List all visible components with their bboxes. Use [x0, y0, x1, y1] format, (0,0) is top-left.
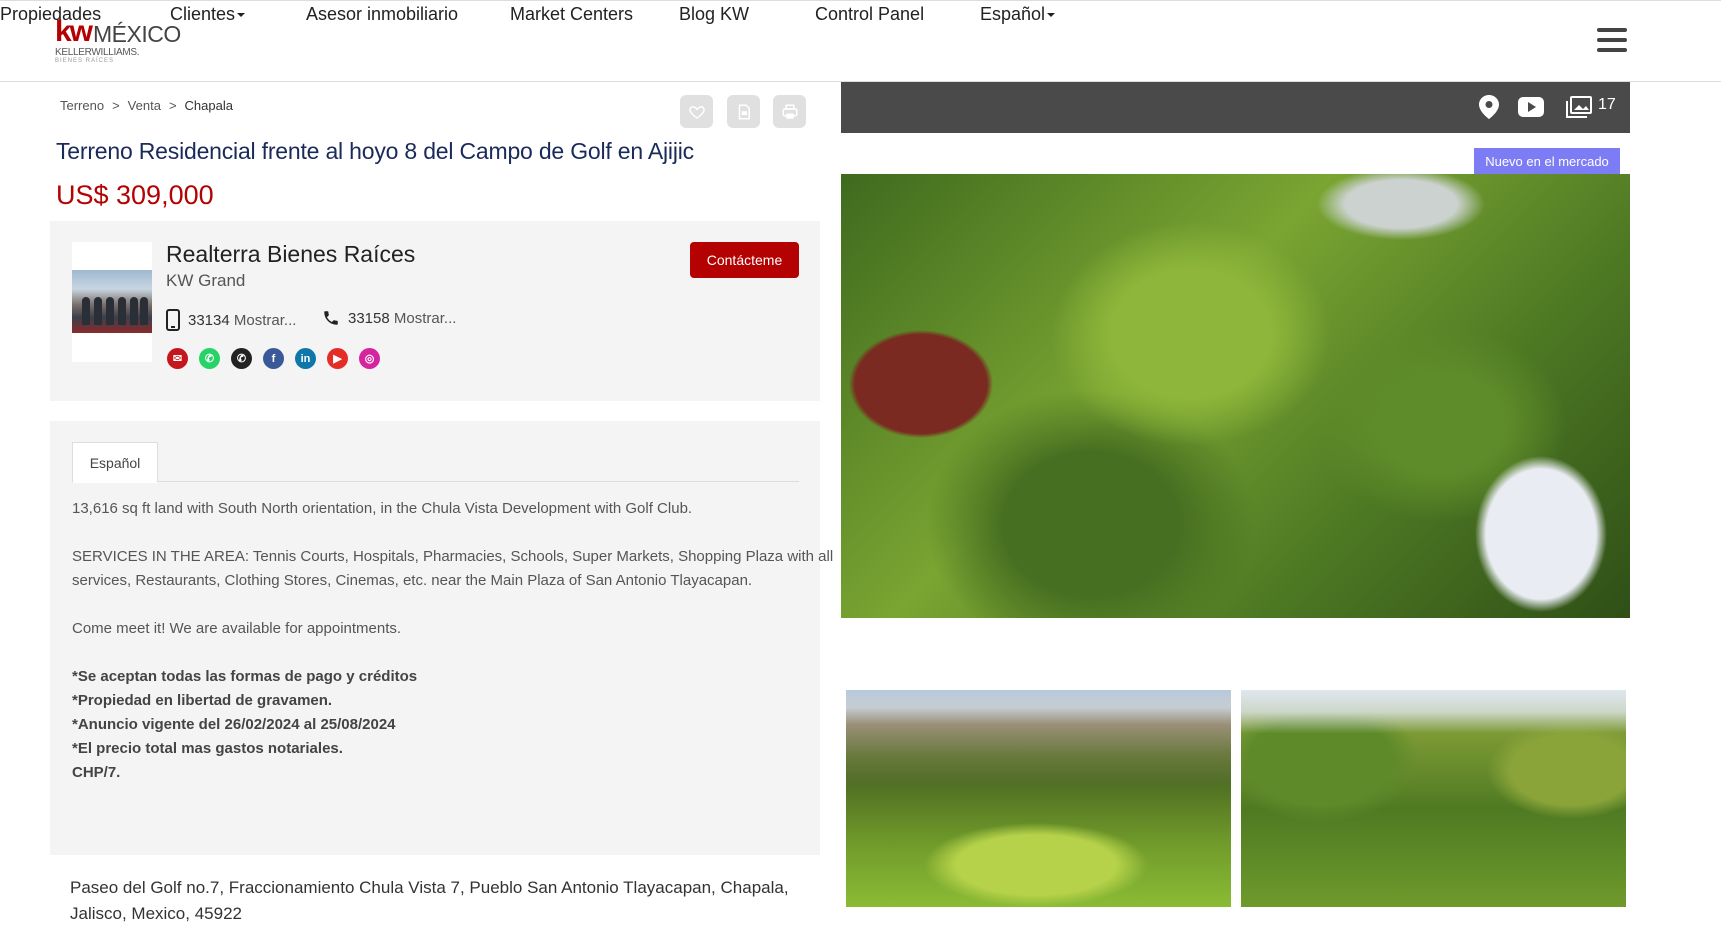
- description-text: 13,616 sq ft land with South North orien…: [72, 497, 834, 785]
- description-line: *Se aceptan todas las formas de pago y c…: [72, 668, 418, 685]
- phone-show-more[interactable]: Mostrar...: [394, 310, 457, 327]
- nav-item-propiedades[interactable]: Propiedades: [0, 1, 101, 27]
- tab-espanol[interactable]: Español: [72, 442, 158, 483]
- mobile-prefix: 33134: [188, 311, 230, 329]
- nav-item-market-centers[interactable]: Market Centers: [510, 1, 633, 27]
- new-listing-badge: Nuevo en el mercado: [1474, 148, 1620, 174]
- linkedin-icon[interactable]: in: [295, 348, 316, 369]
- listing-address: Paseo del Golf no.7, Fraccionamiento Chu…: [70, 878, 789, 923]
- agent-name[interactable]: Realterra Bienes Raíces: [166, 241, 415, 268]
- description-line: *Anuncio vigente del 26/02/2024 al 25/08…: [72, 716, 396, 733]
- nav-item-blog-kw[interactable]: Blog KW: [679, 1, 749, 27]
- phone-icon[interactable]: ✆: [231, 348, 252, 369]
- logo-sub: KELLERWILLIAMS.: [55, 47, 140, 58]
- chevron-down-icon: [1047, 13, 1056, 18]
- agent-photo[interactable]: [72, 242, 152, 362]
- youtube-play-icon[interactable]: [1518, 97, 1544, 117]
- email-icon[interactable]: ✉: [167, 348, 188, 369]
- instagram-icon[interactable]: ◎: [359, 348, 380, 369]
- description-line: CHP/7.: [72, 764, 121, 781]
- description-line: *Propiedad en libertad de gravamen.: [72, 692, 333, 709]
- contact-me-button[interactable]: Contácteme: [690, 242, 799, 278]
- chevron-down-icon: [237, 13, 246, 18]
- language-tabs: Español: [72, 442, 799, 483]
- description-line: SERVICES IN THE AREA: Tennis Courts, Hos…: [72, 548, 834, 565]
- mobile-show-more[interactable]: Mostrar...: [234, 312, 297, 329]
- phone-prefix: 33158: [348, 309, 390, 327]
- description-line: 13,616 sq ft land with South North orien…: [72, 500, 693, 517]
- youtube-icon[interactable]: ▶: [327, 348, 348, 369]
- photos-icon[interactable]: [1566, 96, 1592, 118]
- listing-title: Terreno Residencial frente al hoyo 8 del…: [56, 138, 694, 164]
- agent-group-photo: [72, 270, 152, 333]
- whatsapp-icon[interactable]: ✆: [199, 348, 220, 369]
- description-line: services, Restaurants, Clothing Stores, …: [72, 572, 753, 589]
- facebook-icon[interactable]: f: [263, 348, 284, 369]
- hamburger-icon[interactable]: [1597, 28, 1627, 56]
- print-button[interactable]: [773, 95, 806, 128]
- printer-icon: [782, 104, 797, 119]
- favorite-button[interactable]: [680, 95, 713, 128]
- breadcrumb-item[interactable]: Venta: [128, 98, 161, 113]
- heart-icon: [688, 105, 705, 119]
- office-phone[interactable]: 33158 Mostrar...: [322, 309, 456, 327]
- breadcrumb-item[interactable]: Terreno: [60, 98, 104, 113]
- nav-item-clientes[interactable]: Clientes: [170, 1, 246, 27]
- nav-item-español[interactable]: Español: [980, 1, 1056, 27]
- mobile-phone[interactable]: 33134 Mostrar...: [166, 309, 296, 331]
- gallery-thumbnail[interactable]: [1241, 690, 1626, 907]
- description-card: Español 13,616 sq ft land with South Nor…: [50, 421, 834, 855]
- gallery-toolbar: [841, 82, 1630, 133]
- agent-card: Realterra Bienes Raíces KW Grand 33134 M…: [50, 221, 820, 401]
- description-line: [72, 521, 792, 545]
- breadcrumb-item[interactable]: Chapala: [185, 98, 233, 113]
- gallery-thumbnail[interactable]: [846, 690, 1231, 907]
- description-line: Come meet it! We are available for appoi…: [72, 620, 402, 637]
- main-property-photo[interactable]: [841, 174, 1630, 618]
- map-pin-icon[interactable]: [1479, 95, 1499, 119]
- listing-price: US$ 309,000: [56, 180, 214, 210]
- photo-count: 17: [1598, 96, 1616, 113]
- nav-item-asesor-inmobiliario[interactable]: Asesor inmobiliario: [306, 1, 458, 27]
- nav-item-control-panel[interactable]: Control Panel: [815, 1, 924, 27]
- description-line: [72, 641, 792, 665]
- photo-caption-strip: [841, 618, 1630, 660]
- mobile-icon: [166, 309, 180, 331]
- site-header: kw MÉXICO KELLERWILLIAMS. BIENES RAÍCES …: [0, 0, 1721, 82]
- document-icon: [738, 104, 750, 119]
- logo-country: MÉXICO: [93, 21, 181, 47]
- logo-sub2: BIENES RAÍCES: [55, 58, 115, 64]
- description-line: [72, 593, 792, 617]
- breadcrumb: Terreno > Venta > Chapala: [60, 98, 233, 113]
- phone-icon: [324, 311, 338, 325]
- description-line: *El precio total mas gastos notariales.: [72, 740, 343, 757]
- agent-office: KW Grand: [166, 271, 246, 290]
- agent-social-links: ✉ ✆ ✆ f in ▶ ◎: [167, 348, 380, 369]
- pdf-button[interactable]: [727, 95, 760, 128]
